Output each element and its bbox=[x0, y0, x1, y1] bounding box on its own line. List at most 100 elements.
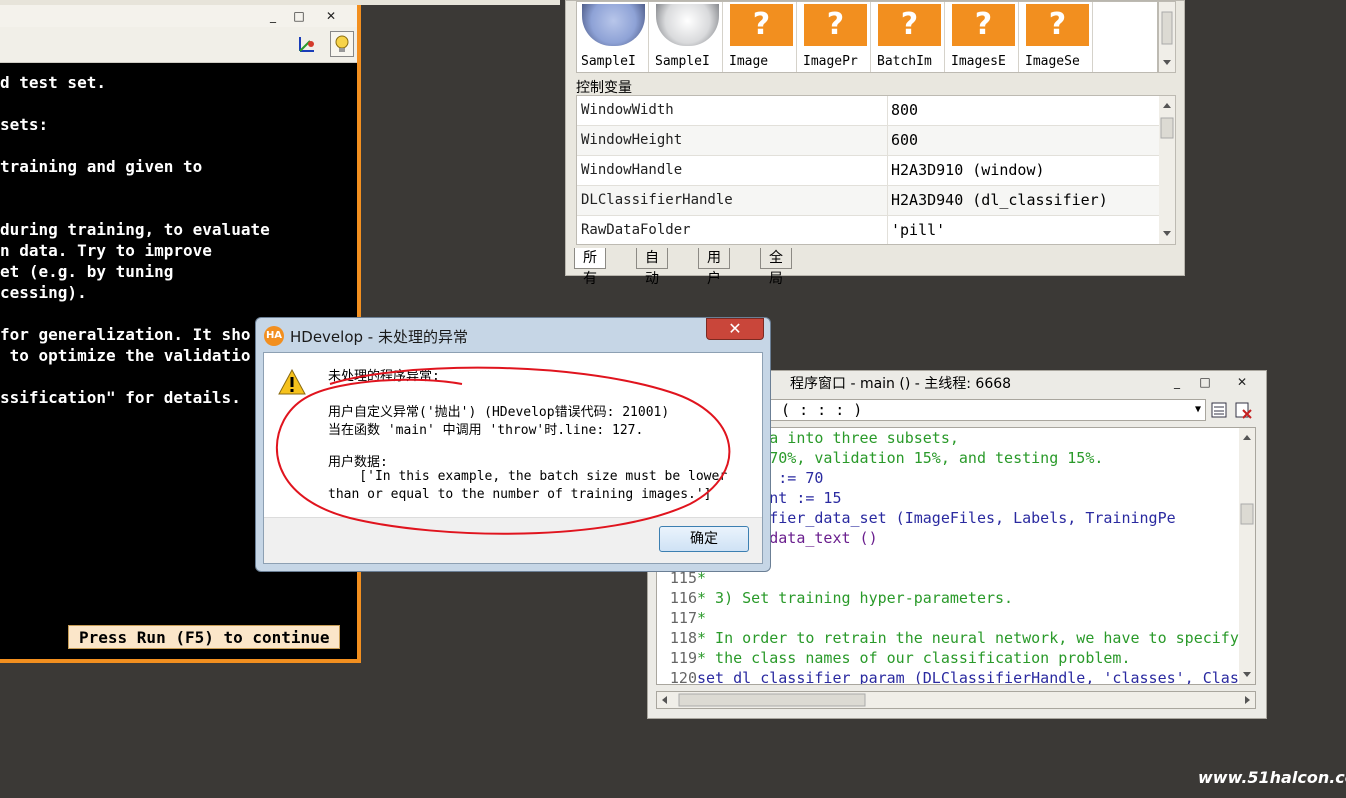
iconic-variable-label: Image bbox=[729, 54, 769, 69]
iconic-variable-item[interactable]: ? BatchIm bbox=[873, 2, 945, 72]
iconic-variable-item[interactable]: ? ImagesE bbox=[947, 2, 1019, 72]
iconic-panel-scrollbar[interactable] bbox=[1158, 1, 1176, 73]
control-variables-table: WindowWidth 800 WindowHeight 600 WindowH… bbox=[576, 95, 1176, 245]
code-horizontal-scrollbar[interactable] bbox=[656, 691, 1256, 709]
graphics-text-line: training and given to bbox=[0, 157, 203, 176]
procedure-edit-icon[interactable] bbox=[1210, 401, 1228, 419]
variable-window: SampleI SampleI ? Image ? ImagePr ? Batc… bbox=[565, 0, 1185, 287]
line-number: 116 bbox=[669, 589, 697, 607]
graphics-text-line: cessing). bbox=[0, 283, 87, 302]
code-line[interactable]: 117* bbox=[657, 608, 706, 628]
line-number: 119 bbox=[669, 649, 697, 667]
iconic-variable-item[interactable]: ? ImagePr bbox=[799, 2, 871, 72]
press-run-message: Press Run (F5) to continue bbox=[68, 625, 341, 649]
procedure-select[interactable]: n ( : : : ) ▼ bbox=[758, 399, 1206, 421]
scrollbar-arrows bbox=[1160, 103, 1174, 236]
code-vertical-scrollbar[interactable] bbox=[1239, 428, 1255, 684]
close-button[interactable]: ✕ bbox=[322, 7, 340, 25]
procedure-delete-icon[interactable] bbox=[1234, 401, 1252, 419]
question-mark-icon: ? bbox=[952, 4, 1015, 46]
iconic-variable-label: SampleI bbox=[655, 54, 710, 69]
variable-name: WindowHandle bbox=[581, 162, 683, 178]
code-line[interactable]: 120set_dl_classifier_param (DLClassifier… bbox=[657, 668, 1239, 685]
program-window-title: 程序窗口 - main () - 主线程: 6668 bbox=[790, 376, 1012, 392]
variable-value: H2A3D910 (window) bbox=[891, 161, 1045, 179]
image-thumbnail bbox=[582, 4, 645, 46]
question-mark-icon: ? bbox=[730, 4, 793, 46]
iconic-variable-label: SampleI bbox=[581, 54, 636, 69]
variable-row[interactable]: WindowHeight 600 bbox=[577, 126, 1159, 156]
iconic-variable-item[interactable]: ? Image bbox=[725, 2, 797, 72]
variable-row[interactable]: WindowHandle H2A3D910 (window) bbox=[577, 156, 1159, 186]
image-thumbnail bbox=[656, 4, 719, 46]
graphics-toolbar bbox=[0, 27, 357, 63]
tab-auto[interactable]: 自动 bbox=[636, 248, 668, 287]
iconic-variable-label: ImagesE bbox=[951, 54, 1006, 69]
hdevelop-logo: HA bbox=[264, 326, 284, 346]
iconic-variable-item[interactable]: SampleI bbox=[651, 2, 723, 72]
scrollbar-arrows bbox=[1240, 435, 1254, 677]
code-text: * bbox=[697, 609, 707, 627]
column-divider bbox=[887, 216, 888, 244]
graphics-text-line: to optimize the validatio bbox=[0, 346, 251, 365]
graphics-text-line: n data. Try to improve bbox=[0, 241, 212, 260]
code-text: * 3) Set training hyper-parameters. bbox=[697, 589, 1014, 607]
question-mark-icon: ? bbox=[804, 4, 867, 46]
variable-name: DLClassifierHandle bbox=[581, 192, 733, 208]
variable-value: 'pill' bbox=[891, 221, 946, 239]
maximize-button[interactable]: □ bbox=[290, 7, 308, 25]
graphics-window-titlebar: _ □ ✕ bbox=[0, 5, 357, 27]
red-annotation-ellipse bbox=[275, 366, 731, 535]
axes-icon[interactable] bbox=[296, 33, 318, 55]
code-text: _classifier_data_set (ImageFiles, Labels… bbox=[706, 509, 1176, 527]
tab-global[interactable]: 全局 bbox=[760, 248, 792, 287]
close-button[interactable]: ✕ bbox=[706, 318, 764, 340]
graphics-text-line: sets: bbox=[0, 115, 49, 134]
code-line[interactable]: 118* In order to retrain the neural netw… bbox=[657, 628, 1239, 648]
control-variables-label: 控制变量 bbox=[576, 80, 632, 96]
line-number: 117 bbox=[669, 609, 697, 627]
variable-row[interactable]: DLClassifierHandle H2A3D940 (dl_classifi… bbox=[577, 186, 1159, 216]
graphics-text-line: d test set. bbox=[0, 73, 106, 92]
minimize-button[interactable]: _ bbox=[1168, 373, 1186, 391]
tab-user[interactable]: 用户 bbox=[698, 248, 730, 287]
column-divider bbox=[887, 156, 888, 186]
graphics-text-line: during training, to evaluate bbox=[0, 220, 270, 239]
graphics-text-line: for generalization. It sho bbox=[0, 325, 251, 344]
iconic-variable-item[interactable]: SampleI bbox=[577, 2, 649, 72]
variable-value: H2A3D940 (dl_classifier) bbox=[891, 191, 1108, 209]
procedure-select-value: n ( : : : ) bbox=[763, 401, 863, 419]
tab-all[interactable]: 所有 bbox=[574, 248, 606, 287]
variable-row[interactable]: RawDataFolder 'pill' bbox=[577, 216, 1159, 244]
variable-name: WindowWidth bbox=[581, 102, 674, 118]
variable-value: 800 bbox=[891, 101, 919, 119]
maximize-button[interactable]: □ bbox=[1196, 373, 1214, 391]
scrollbar-arrows bbox=[662, 693, 1250, 707]
column-divider bbox=[887, 186, 888, 216]
variable-name: RawDataFolder bbox=[581, 222, 691, 238]
dialog-title: HDevelop - 未处理的异常 bbox=[290, 328, 468, 346]
iconic-variable-label: ImagePr bbox=[803, 54, 858, 69]
iconic-variable-item[interactable]: ? ImageSe bbox=[1021, 2, 1093, 72]
code-text: * In order to retrain the neural network… bbox=[697, 629, 1239, 647]
close-button[interactable]: ✕ bbox=[1233, 373, 1251, 391]
iconic-variable-label: BatchIm bbox=[877, 54, 932, 69]
watermark: www.51halcon.com bbox=[1198, 768, 1346, 787]
line-number: 120 bbox=[669, 669, 697, 685]
variables-scrollbar[interactable] bbox=[1159, 96, 1175, 244]
code-line[interactable]: 116* 3) Set training hyper-parameters. bbox=[657, 588, 1013, 608]
column-divider bbox=[887, 126, 888, 156]
lightbulb-icon[interactable] bbox=[330, 31, 354, 57]
line-number: 118 bbox=[669, 629, 697, 647]
chevron-down-icon: ▼ bbox=[1194, 404, 1201, 415]
code-text: * the class names of our classification … bbox=[697, 649, 1131, 667]
variable-name: WindowHeight bbox=[581, 132, 683, 148]
variable-row[interactable]: WindowWidth 800 bbox=[577, 96, 1159, 126]
iconic-variable-label: ImageSe bbox=[1025, 54, 1080, 69]
iconic-variables-panel: SampleI SampleI ? Image ? ImagePr ? Batc… bbox=[576, 1, 1158, 73]
question-mark-icon: ? bbox=[1026, 4, 1089, 46]
code-line[interactable]: 119* the class names of our classificati… bbox=[657, 648, 1131, 668]
scrollbar-arrows bbox=[1161, 11, 1173, 65]
minimize-button[interactable]: _ bbox=[264, 7, 282, 25]
question-mark-icon: ? bbox=[878, 4, 941, 46]
